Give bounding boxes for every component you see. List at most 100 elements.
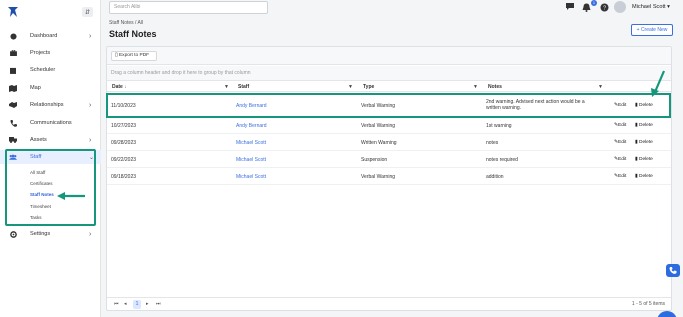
chevron-right-icon: › bbox=[89, 136, 92, 144]
annotation-arrow-icon bbox=[57, 192, 85, 200]
cell-date: 09/18/2023 bbox=[111, 174, 137, 180]
svg-text:?: ? bbox=[603, 6, 606, 12]
page-title: Staff Notes bbox=[109, 29, 157, 39]
annotation-arrow-icon bbox=[651, 70, 666, 97]
table-row: 09/22/2023 Michael Scott Suspension note… bbox=[107, 152, 671, 168]
help-icon[interactable]: ? bbox=[600, 3, 609, 12]
chevron-right-icon: › bbox=[89, 32, 92, 40]
search-input[interactable]: Search Alibi bbox=[109, 1, 268, 14]
filter-staff-icon[interactable]: ▼ bbox=[348, 84, 353, 90]
sidebar-item-settings[interactable]: Settings › bbox=[0, 227, 101, 241]
column-header-staff[interactable]: Staff bbox=[238, 84, 249, 90]
grid-toolbar: ▯ Export to PDF bbox=[107, 47, 671, 65]
sidebar-item-assets[interactable]: Assets › bbox=[0, 133, 101, 147]
cell-staff-link[interactable]: Michael Scott bbox=[236, 140, 266, 146]
scroll-top-button[interactable] bbox=[657, 311, 677, 317]
edit-button[interactable]: ✎Edit bbox=[614, 140, 626, 145]
cell-type: Verbal Warning bbox=[361, 174, 395, 180]
delete-label: Delete bbox=[638, 123, 653, 128]
cell-type: Suspension bbox=[361, 157, 388, 163]
table-row: 10/27/2023 Andy Bernard Verbal Warning 1… bbox=[107, 118, 671, 134]
sidebar-item-label: Dashboard bbox=[30, 33, 58, 39]
sidebar-item-dashboard[interactable]: Dashboard › bbox=[0, 29, 101, 43]
map-icon bbox=[9, 84, 17, 92]
delete-label: Delete bbox=[638, 140, 653, 145]
prev-page-icon[interactable]: ◂ bbox=[124, 301, 127, 307]
phone-fab-button[interactable] bbox=[666, 264, 680, 277]
file-pdf-icon: ▯ bbox=[115, 53, 118, 58]
briefcase-icon bbox=[9, 49, 17, 57]
gear-icon bbox=[9, 230, 17, 238]
chevron-right-icon: › bbox=[89, 230, 92, 238]
sidebar-item-label: Communications bbox=[30, 120, 72, 126]
pin-sidebar-button[interactable]: ⇵ bbox=[82, 7, 93, 17]
user-name: Michael Scott bbox=[632, 4, 666, 10]
cell-staff-link[interactable]: Michael Scott bbox=[236, 157, 266, 163]
group-by-drop-zone[interactable]: Drag a column header and drop it here to… bbox=[107, 66, 671, 81]
sidebar-item-projects[interactable]: Projects bbox=[0, 46, 101, 60]
create-new-button[interactable]: + Create New bbox=[631, 24, 673, 36]
handshake-icon bbox=[9, 101, 17, 109]
export-pdf-label: Export to PDF bbox=[118, 53, 150, 58]
cell-notes: addition bbox=[486, 174, 504, 180]
edit-button[interactable]: ✎Edit bbox=[614, 123, 626, 128]
filter-date-icon[interactable]: ▼ bbox=[224, 84, 229, 90]
dashboard-icon bbox=[9, 32, 17, 40]
edit-label: Edit bbox=[618, 174, 627, 179]
bell-icon[interactable] bbox=[582, 3, 591, 12]
trash-icon: ▮ bbox=[635, 157, 638, 162]
first-page-icon[interactable]: ⏮ bbox=[114, 301, 119, 307]
edit-label: Edit bbox=[618, 157, 627, 162]
user-menu[interactable]: Michael Scott ▾ bbox=[632, 4, 670, 10]
cell-staff-link[interactable]: Andy Bernard bbox=[236, 123, 267, 129]
page-number-button[interactable]: 1 bbox=[133, 300, 141, 309]
staff-notes-grid: ▯ Export to PDF Drag a column header and… bbox=[106, 46, 672, 311]
delete-button[interactable]: ▮ Delete bbox=[635, 140, 653, 145]
sidebar-item-label: Projects bbox=[30, 50, 51, 56]
column-header-type[interactable]: Type bbox=[363, 84, 374, 90]
cell-notes: 1st warning bbox=[486, 123, 512, 129]
delete-button[interactable]: ▮ Delete bbox=[635, 174, 653, 179]
edit-button[interactable]: ✎Edit bbox=[614, 157, 626, 162]
breadcrumb: Staff Notes / All bbox=[109, 20, 144, 26]
grid-pager: ⏮ ◂ 1 ▸ ⏭ 1 - 5 of 5 items bbox=[107, 297, 671, 311]
sidebar: ⇵ Dashboard › Projects Scheduler Map Rel… bbox=[0, 0, 101, 317]
cell-notes: notes required bbox=[486, 157, 518, 163]
notification-badge: 1 bbox=[591, 0, 597, 6]
calendar-icon bbox=[9, 66, 17, 74]
cell-date: 10/27/2023 bbox=[111, 123, 137, 129]
staff-highlight-box bbox=[5, 149, 96, 226]
edit-button[interactable]: ✎Edit bbox=[614, 174, 626, 179]
next-page-icon[interactable]: ▸ bbox=[146, 301, 149, 307]
filter-type-icon[interactable]: ▼ bbox=[473, 84, 478, 90]
row-highlight-box bbox=[106, 93, 671, 118]
sidebar-item-map[interactable]: Map bbox=[0, 81, 101, 95]
sidebar-item-relationships[interactable]: Relationships › bbox=[0, 98, 101, 112]
column-header-label: Date bbox=[112, 84, 123, 90]
cell-type: Verbal Warning bbox=[361, 123, 395, 129]
cell-staff-link[interactable]: Michael Scott bbox=[236, 174, 266, 180]
avatar[interactable] bbox=[614, 1, 626, 13]
last-page-icon[interactable]: ⏭ bbox=[156, 301, 161, 307]
table-row: 09/18/2023 Michael Scott Verbal Warning … bbox=[107, 169, 671, 185]
trash-icon: ▮ bbox=[635, 174, 638, 179]
sidebar-item-communications[interactable]: Communications bbox=[0, 116, 101, 130]
trash-icon: ▮ bbox=[635, 123, 638, 128]
cell-date: 09/22/2023 bbox=[111, 157, 137, 163]
export-pdf-button[interactable]: ▯ Export to PDF bbox=[111, 51, 157, 61]
column-header-date[interactable]: Date ↓ bbox=[112, 84, 127, 90]
phone-icon bbox=[669, 267, 677, 274]
delete-button[interactable]: ▮ Delete bbox=[635, 157, 653, 162]
app-logo bbox=[8, 7, 18, 17]
sidebar-item-scheduler[interactable]: Scheduler bbox=[0, 63, 101, 77]
column-header-notes[interactable]: Notes bbox=[488, 84, 502, 90]
sort-arrow-down-icon: ↓ bbox=[124, 84, 127, 90]
delete-button[interactable]: ▮ Delete bbox=[635, 123, 653, 128]
trash-icon: ▮ bbox=[635, 140, 638, 145]
filter-notes-icon[interactable]: ▼ bbox=[598, 84, 603, 90]
sidebar-item-label: Relationships bbox=[30, 102, 64, 108]
chat-icon[interactable] bbox=[565, 2, 575, 11]
grid-header-row: Date ↓ ▼ Staff ▼ Type ▼ Notes ▼ bbox=[107, 83, 671, 92]
sidebar-item-label: Scheduler bbox=[30, 67, 56, 73]
pager-info: 1 - 5 of 5 items bbox=[631, 301, 665, 307]
